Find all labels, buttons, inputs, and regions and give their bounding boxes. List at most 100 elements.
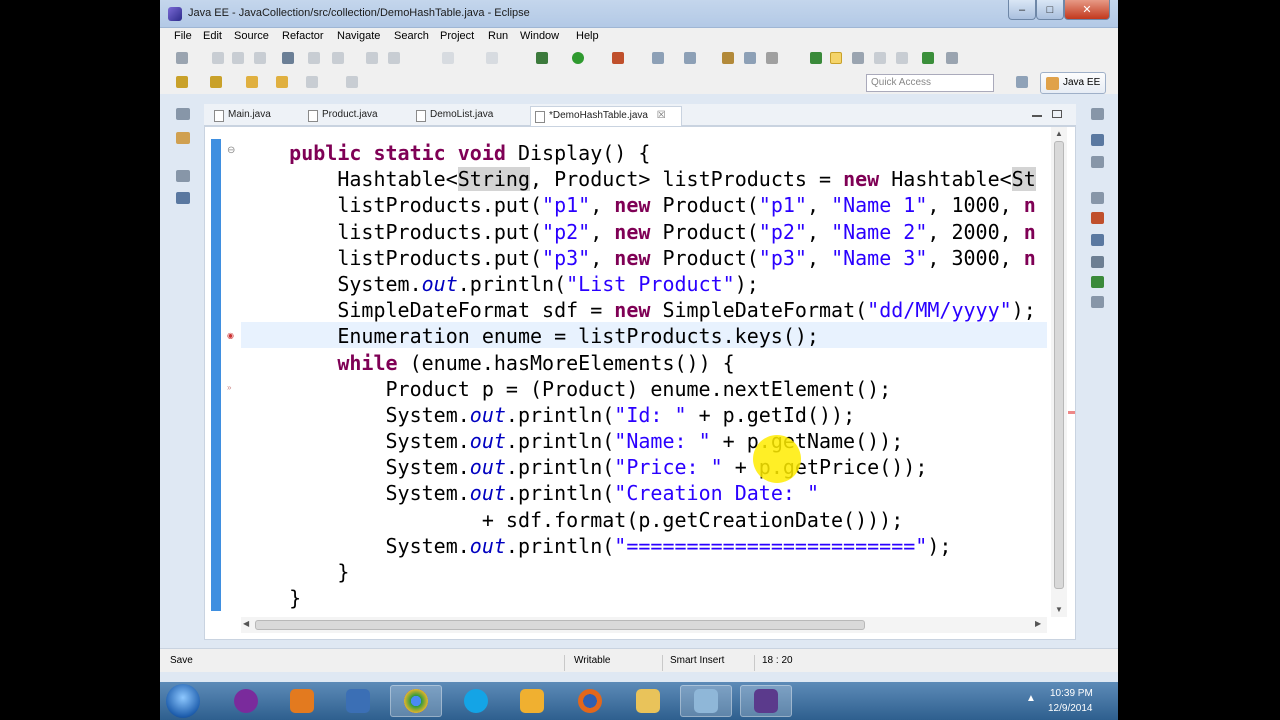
menu-edit[interactable]: Edit (203, 30, 222, 42)
menu-refactor[interactable]: Refactor (282, 30, 324, 42)
quick-access-input[interactable]: Quick Access (866, 74, 994, 92)
new-icon[interactable] (176, 52, 188, 64)
annotation-icon[interactable] (810, 52, 822, 64)
vertical-scroll-thumb[interactable] (1054, 141, 1064, 589)
print-icon[interactable] (254, 52, 266, 64)
taskbar-messenger[interactable] (506, 685, 558, 717)
clock-time[interactable]: 10:39 PM (1050, 688, 1093, 699)
taskbar-chrome[interactable] (390, 685, 442, 717)
code-line[interactable]: listProducts.put("p1", new Product("p1",… (241, 192, 1047, 218)
tab-demohashtable-java[interactable]: *DemoHashTable.java ☒ (530, 106, 682, 126)
step-icon[interactable] (486, 52, 498, 64)
taskbar-media-player[interactable] (276, 685, 328, 717)
search-icon[interactable] (744, 52, 756, 64)
code-line[interactable]: System.out.println("List Product"); (241, 271, 1047, 297)
data-source-icon[interactable] (1091, 276, 1104, 288)
task-icon[interactable] (332, 52, 344, 64)
format-icon[interactable] (896, 52, 908, 64)
minimize-button[interactable]: – (1008, 0, 1036, 20)
external-tools-icon[interactable] (612, 52, 624, 64)
code-line[interactable]: listProducts.put("p2", new Product("p2",… (241, 219, 1047, 245)
scroll-right-icon[interactable]: ▶ (1035, 619, 1041, 628)
overview-marker[interactable] (1068, 411, 1075, 414)
tool-icon[interactable] (766, 52, 778, 64)
servers-icon[interactable] (1091, 256, 1104, 268)
warning-marker-icon[interactable]: » (227, 383, 231, 392)
code-line[interactable]: Enumeration enume = listProducts.keys(); (241, 323, 1047, 349)
forward-icon[interactable] (306, 76, 318, 88)
code-line[interactable]: } (241, 559, 1047, 585)
maximize-editor-icon[interactable] (1052, 110, 1062, 118)
menu-file[interactable]: File (174, 30, 192, 42)
last-edit-icon[interactable] (246, 76, 258, 88)
show-whitespace-icon[interactable] (874, 52, 886, 64)
task-list-icon[interactable] (1091, 156, 1104, 168)
fold-icon[interactable]: ⊖ (227, 145, 235, 156)
tab-demolist-java[interactable]: DemoList.java (412, 106, 524, 126)
menu-project[interactable]: Project (440, 30, 474, 42)
outline-icon[interactable] (176, 192, 190, 204)
taskbar-explorer[interactable] (622, 685, 674, 717)
edit-icon[interactable] (366, 52, 378, 64)
restore-icon[interactable] (176, 108, 190, 120)
outline-view-icon[interactable] (1091, 134, 1104, 146)
next-annotation-icon[interactable] (176, 76, 188, 88)
restore-right-icon[interactable] (1091, 108, 1104, 120)
code-line[interactable]: SimpleDateFormat sdf = new SimpleDateFor… (241, 297, 1047, 323)
taskbar-yahoo[interactable] (220, 685, 272, 717)
code-line[interactable]: Hashtable<String, Product> listProducts … (241, 166, 1047, 192)
open-perspective-icon[interactable] (1016, 76, 1028, 88)
run-icon[interactable] (572, 52, 584, 64)
tab-main-java[interactable]: Main.java (210, 106, 302, 126)
action-center-icon[interactable]: ▲ (1026, 693, 1036, 704)
code-text[interactable]: public static void Display() { Hashtable… (241, 140, 1047, 610)
clock-date[interactable]: 12/9/2014 (1048, 703, 1093, 714)
code-line[interactable]: System.out.println("Creation Date: " (241, 480, 1047, 506)
code-line[interactable]: System.out.println("Name: " + p.getName(… (241, 428, 1047, 454)
restore-bottom-icon[interactable] (1091, 192, 1104, 204)
menu-source[interactable]: Source (234, 30, 269, 42)
taskbar-eclipse[interactable] (740, 685, 792, 717)
suspend-icon[interactable] (442, 52, 454, 64)
save-icon[interactable] (212, 52, 224, 64)
code-line[interactable]: while (enume.hasMoreElements()) { (241, 350, 1047, 376)
prev-annotation-icon[interactable] (210, 76, 222, 88)
code-line[interactable]: listProducts.put("p3", new Product("p3",… (241, 245, 1047, 271)
code-line[interactable]: System.out.println("====================… (241, 533, 1047, 559)
taskbar-network[interactable] (332, 685, 384, 717)
scroll-left-icon[interactable]: ◀ (243, 619, 249, 628)
menu-navigate[interactable]: Navigate (337, 30, 380, 42)
taskbar-window-app[interactable] (680, 685, 732, 717)
highlight-icon[interactable] (830, 52, 842, 64)
code-line[interactable]: + sdf.format(p.getCreationDate())); (241, 507, 1047, 533)
tab-product-java[interactable]: Product.java (304, 106, 408, 126)
scroll-down-icon[interactable]: ▼ (1055, 605, 1063, 614)
code-line[interactable]: public static void Display() { (241, 140, 1047, 166)
code-line[interactable]: System.out.println("Id: " + p.getId()); (241, 402, 1047, 428)
menu-window[interactable]: Window (520, 30, 559, 42)
view-icon[interactable] (946, 52, 958, 64)
maximize-button[interactable]: □ (1036, 0, 1064, 20)
code-line[interactable]: Product p = (Product) enume.nextElement(… (241, 376, 1047, 402)
code-line[interactable]: System.out.println("Price: " + p.getPric… (241, 454, 1047, 480)
taskbar-skype[interactable] (450, 685, 502, 717)
vertical-scrollbar[interactable]: ▲ ▼ (1051, 127, 1067, 617)
taskbar-firefox[interactable] (564, 685, 616, 717)
block-icon[interactable] (852, 52, 864, 64)
horizontal-scroll-thumb[interactable] (255, 620, 865, 630)
restore-icon-2[interactable] (176, 170, 190, 182)
package-explorer-icon[interactable] (176, 132, 190, 144)
snippets-icon[interactable] (1091, 296, 1104, 308)
toggle-icon[interactable] (282, 52, 294, 64)
new-class-icon[interactable] (684, 52, 696, 64)
back-icon[interactable] (276, 76, 288, 88)
close-button[interactable]: ✕ (1064, 0, 1110, 20)
minimize-editor-icon[interactable] (1032, 114, 1042, 117)
perspective-java-ee[interactable]: Java EE (1040, 72, 1106, 94)
markers-icon[interactable] (1091, 212, 1104, 224)
debug-icon[interactable] (536, 52, 548, 64)
menu-help[interactable]: Help (576, 30, 599, 42)
start-button[interactable] (166, 684, 200, 718)
code-line[interactable]: } (241, 585, 1047, 610)
save-all-icon[interactable] (232, 52, 244, 64)
